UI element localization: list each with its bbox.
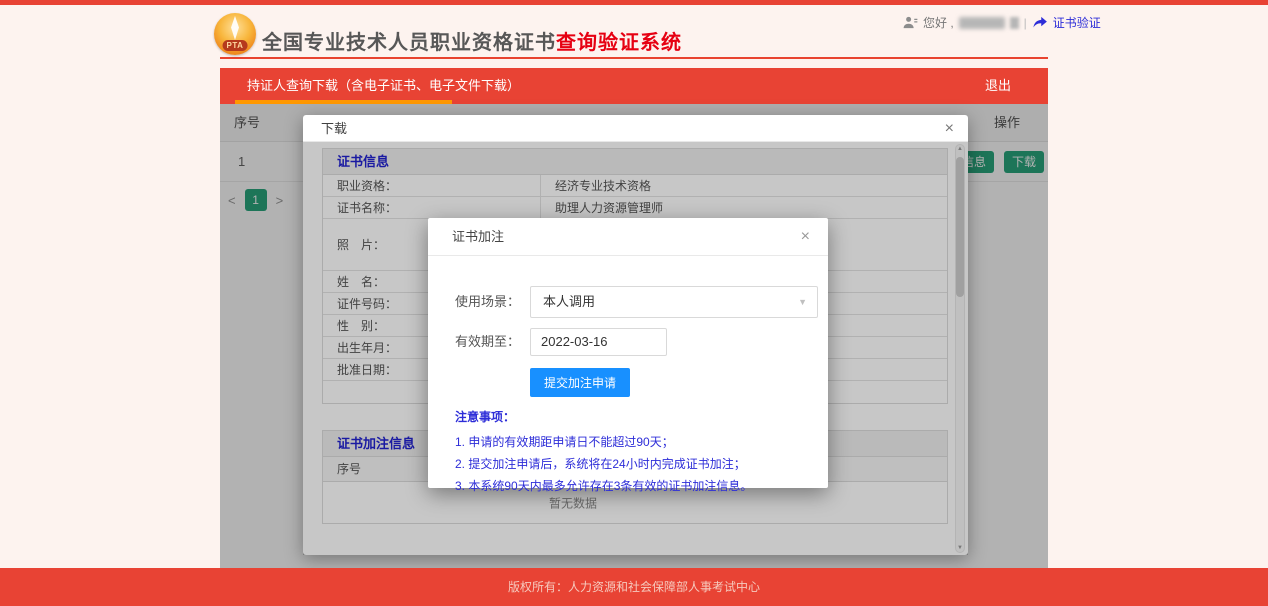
notes-block: 注意事项： 1. 申请的有效期距申请日不能超过90天； 2. 提交加注申请后，系… <box>455 408 752 497</box>
scene-label: 使用场景： <box>428 286 520 318</box>
annotation-modal-header: 证书加注 × <box>428 218 828 256</box>
site-title-main: 全国专业技术人员职业资格证书 <box>262 32 556 54</box>
certificate-verify-link[interactable]: 证书验证 <box>1053 14 1101 31</box>
chevron-down-icon: ▼ <box>798 287 807 317</box>
header-divider <box>220 57 1048 59</box>
greeting-text: 您好 , <box>923 14 954 31</box>
tab-holder-query-download[interactable]: 持证人查询下载（含电子证书、电子文件下载） <box>247 68 520 104</box>
page: PTA 全国专业技术人员职业资格证书查询验证系统 您好 , | 证书验证 持证人… <box>0 0 1268 606</box>
download-modal-close-icon[interactable]: × <box>945 115 954 142</box>
note-line-1: 1. 申请的有效期距申请日不能超过90天； <box>455 431 752 453</box>
userbar-separator: | <box>1024 16 1027 30</box>
annotation-modal-close-icon[interactable]: × <box>801 218 810 256</box>
user-name-redacted-2 <box>1010 17 1019 29</box>
main-nav: 持证人查询下载（含电子证书、电子文件下载） 退出 <box>220 68 1048 104</box>
logout-button[interactable]: 退出 <box>985 68 1011 104</box>
submit-annotation-button[interactable]: 提交加注申请 <box>530 368 630 397</box>
expiry-label: 有效期至： <box>428 328 520 356</box>
expiry-date-value: 2022-03-16 <box>541 329 608 355</box>
download-modal-header: 下载 × <box>303 115 968 142</box>
note-line-3: 3. 本系统90天内最多允许存在3条有效的证书加注信息。 <box>455 475 752 497</box>
annotation-modal: 证书加注 × 使用场景： 本人调用 ▼ 有效期至： 2022-03-16 提交加… <box>428 218 828 488</box>
download-modal-title: 下载 <box>321 115 347 142</box>
logo-pta-label: PTA <box>223 40 248 51</box>
logo-flame-icon <box>226 16 244 40</box>
expiry-date-field[interactable]: 2022-03-16 <box>530 328 667 356</box>
site-header: PTA 全国专业技术人员职业资格证书查询验证系统 您好 , | 证书验证 <box>0 5 1268 67</box>
user-name-redacted <box>959 17 1005 29</box>
user-icon <box>903 15 918 30</box>
annotation-modal-title: 证书加注 <box>452 218 504 256</box>
notes-title: 注意事项： <box>455 408 752 425</box>
annotation-modal-body: 使用场景： 本人调用 ▼ 有效期至： 2022-03-16 提交加注申请 注意事… <box>428 256 828 488</box>
scene-select-value: 本人调用 <box>543 287 595 317</box>
page-footer: 版权所有：人力资源和社会保障部人事考试中心 <box>0 568 1268 606</box>
pta-logo: PTA <box>214 13 256 55</box>
note-line-2: 2. 提交加注申请后，系统将在24小时内完成证书加注； <box>455 453 752 475</box>
share-arrow-icon <box>1032 15 1048 30</box>
site-title: 全国专业技术人员职业资格证书查询验证系统 <box>262 26 682 55</box>
user-bar: 您好 , | 证书验证 <box>903 14 1101 31</box>
site-title-accent: 查询验证系统 <box>556 32 682 54</box>
scene-select[interactable]: 本人调用 ▼ <box>530 286 818 318</box>
copyright-text: 版权所有：人力资源和社会保障部人事考试中心 <box>0 568 1268 595</box>
